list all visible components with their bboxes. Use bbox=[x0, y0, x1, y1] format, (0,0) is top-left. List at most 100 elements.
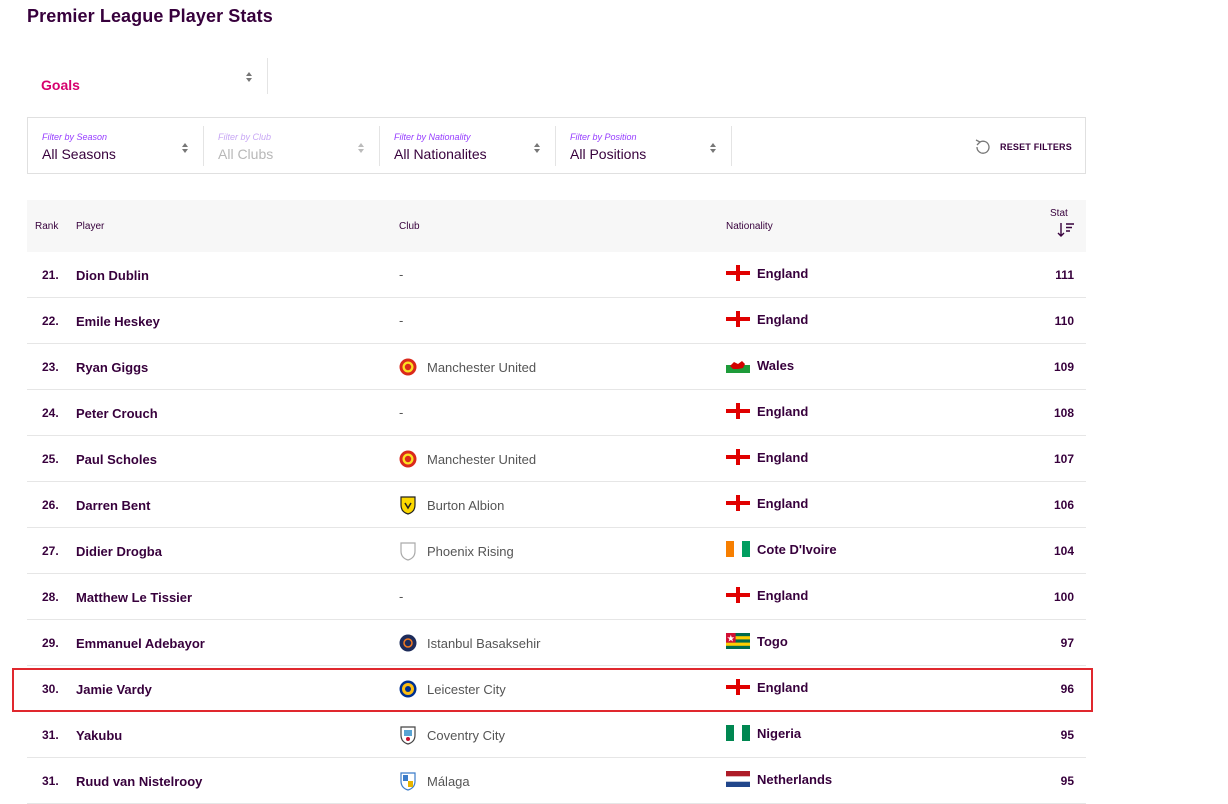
table-row[interactable]: 29. Emmanuel Adebayor Istanbul Basaksehir T… bbox=[27, 620, 1086, 666]
table-row[interactable]: 26. Darren Bent Burton Albion England 106 bbox=[27, 482, 1086, 528]
netherlands-flag-icon bbox=[726, 771, 750, 787]
position-filter[interactable]: Filter by Position All Positions bbox=[556, 126, 732, 166]
man-utd-crest-icon bbox=[399, 449, 417, 469]
nationality: Wales bbox=[757, 358, 795, 373]
table-row[interactable]: 23. Ryan Giggs Manchester United Wales 109 bbox=[27, 344, 1086, 390]
player-name[interactable]: Ryan Giggs bbox=[76, 360, 148, 375]
table-row[interactable]: 25. Paul Scholes Manchester United England 1… bbox=[27, 436, 1086, 482]
nationality: Togo bbox=[757, 634, 788, 649]
player-name[interactable]: Didier Drogba bbox=[76, 544, 162, 559]
nationality: England bbox=[757, 312, 809, 327]
stat-value: 97 bbox=[1060, 636, 1074, 650]
nationality: England bbox=[757, 450, 809, 465]
rank: 23. bbox=[42, 360, 59, 374]
togo-flag-icon bbox=[726, 633, 750, 649]
england-flag-icon bbox=[726, 265, 750, 281]
player-name[interactable]: Darren Bent bbox=[76, 498, 150, 513]
table-row[interactable]: 24. Peter Crouch - England 108 bbox=[27, 390, 1086, 436]
player-name[interactable]: Dion Dublin bbox=[76, 268, 149, 283]
filter-value: All Clubs bbox=[218, 146, 274, 162]
header-nationality: Nationality bbox=[726, 221, 773, 232]
nationality-filter[interactable]: Filter by Nationality All Nationalites bbox=[380, 126, 556, 166]
season-filter[interactable]: Filter by Season All Seasons bbox=[28, 126, 204, 166]
nationality: England bbox=[757, 588, 809, 603]
club-name[interactable]: Manchester United bbox=[427, 360, 536, 375]
player-name[interactable]: Jamie Vardy bbox=[76, 682, 152, 697]
header-club: Club bbox=[399, 221, 420, 232]
rank: 25. bbox=[42, 452, 59, 466]
club-name[interactable]: Phoenix Rising bbox=[427, 544, 514, 559]
select-arrows-icon bbox=[533, 142, 541, 154]
filter-value: All Nationalites bbox=[394, 146, 487, 162]
nationality: Nigeria bbox=[757, 726, 802, 741]
table-row-highlighted[interactable]: 30. Jamie Vardy Leicester City England 96 bbox=[27, 666, 1086, 712]
table-row[interactable]: 31. Ruud van Nistelrooy Málaga Netherlands 9… bbox=[27, 758, 1086, 804]
header-rank: Rank bbox=[35, 221, 59, 232]
basaksehir-crest-icon bbox=[399, 633, 417, 653]
stat-value: 104 bbox=[1053, 544, 1074, 558]
stat-value: 108 bbox=[1053, 406, 1074, 420]
leicester-crest-icon bbox=[399, 679, 417, 699]
stat-type-value: Goals bbox=[41, 77, 80, 93]
select-arrows-icon bbox=[709, 142, 717, 154]
club-name[interactable]: Manchester United bbox=[427, 452, 536, 467]
england-flag-icon bbox=[726, 495, 750, 511]
nationality: Netherlands bbox=[757, 772, 833, 787]
club-name[interactable]: Coventry City bbox=[427, 728, 505, 743]
stat-value: 95 bbox=[1060, 774, 1074, 788]
page-title: Premier League Player Stats bbox=[27, 6, 273, 26]
table-row[interactable]: 27. Didier Drogba Phoenix Rising Cote D'Ivo… bbox=[27, 528, 1086, 574]
club-name: - bbox=[399, 589, 404, 604]
england-flag-icon bbox=[726, 679, 750, 695]
rank: 29. bbox=[42, 636, 59, 650]
player-name[interactable]: Emile Heskey bbox=[76, 314, 160, 329]
england-flag-icon bbox=[726, 311, 750, 327]
club-name: - bbox=[399, 313, 404, 328]
player-name[interactable]: Paul Scholes bbox=[76, 452, 157, 467]
nigeria-flag-icon bbox=[726, 725, 750, 741]
rank: 24. bbox=[42, 406, 59, 420]
nationality: Cote D'Ivoire bbox=[757, 542, 837, 557]
table-row[interactable]: 21. Dion Dublin - England 111 bbox=[27, 252, 1086, 298]
club-name[interactable]: Leicester City bbox=[427, 682, 506, 697]
table-row[interactable]: 22. Emile Heskey - England 110 bbox=[27, 298, 1086, 344]
header-player: Player bbox=[76, 221, 105, 232]
stat-value: 106 bbox=[1053, 498, 1074, 512]
nationality: England bbox=[757, 680, 809, 695]
nationality: England bbox=[757, 404, 809, 419]
filter-label: Filter by Nationality bbox=[394, 132, 471, 142]
filter-label: Filter by Season bbox=[42, 132, 108, 142]
man-utd-crest-icon bbox=[399, 357, 417, 377]
club-name[interactable]: Málaga bbox=[427, 774, 470, 789]
rank: 27. bbox=[42, 544, 59, 558]
player-name[interactable]: Emmanuel Adebayor bbox=[76, 636, 205, 651]
player-name[interactable]: Matthew Le Tissier bbox=[76, 590, 192, 605]
england-flag-icon bbox=[726, 449, 750, 465]
table-row[interactable]: 28. Matthew Le Tissier - England 100 bbox=[27, 574, 1086, 620]
filter-label: Filter by Position bbox=[570, 132, 637, 142]
reset-filters-label: RESET FILTERS bbox=[1000, 142, 1072, 152]
stat-value: 109 bbox=[1053, 360, 1074, 374]
filter-value: All Positions bbox=[570, 146, 647, 162]
stat-type-select[interactable]: Goals bbox=[27, 58, 268, 94]
table-header: Rank Player Club Nationality Stat bbox=[27, 200, 1086, 252]
stat-value: 110 bbox=[1054, 314, 1074, 328]
nationality: England bbox=[757, 496, 809, 511]
table-row[interactable]: 31. Yakubu Coventry City Nigeria 95 bbox=[27, 712, 1086, 758]
player-name[interactable]: Yakubu bbox=[76, 728, 122, 743]
club-name[interactable]: Istanbul Basaksehir bbox=[427, 636, 540, 651]
rank: 30. bbox=[42, 682, 59, 696]
header-stat: Stat bbox=[1050, 208, 1068, 219]
select-arrows-icon bbox=[357, 142, 365, 154]
rank: 31. bbox=[42, 728, 59, 742]
filter-value: All Seasons bbox=[42, 146, 116, 162]
burton-crest-icon bbox=[399, 495, 417, 515]
rank: 21. bbox=[42, 268, 59, 282]
club-name[interactable]: Burton Albion bbox=[427, 498, 504, 513]
player-name[interactable]: Ruud van Nistelrooy bbox=[76, 774, 202, 789]
stat-value: 107 bbox=[1053, 452, 1074, 466]
wales-flag-icon bbox=[726, 357, 750, 373]
reset-icon bbox=[975, 139, 990, 154]
sort-descending-icon[interactable] bbox=[1057, 222, 1075, 238]
player-name[interactable]: Peter Crouch bbox=[76, 406, 158, 421]
